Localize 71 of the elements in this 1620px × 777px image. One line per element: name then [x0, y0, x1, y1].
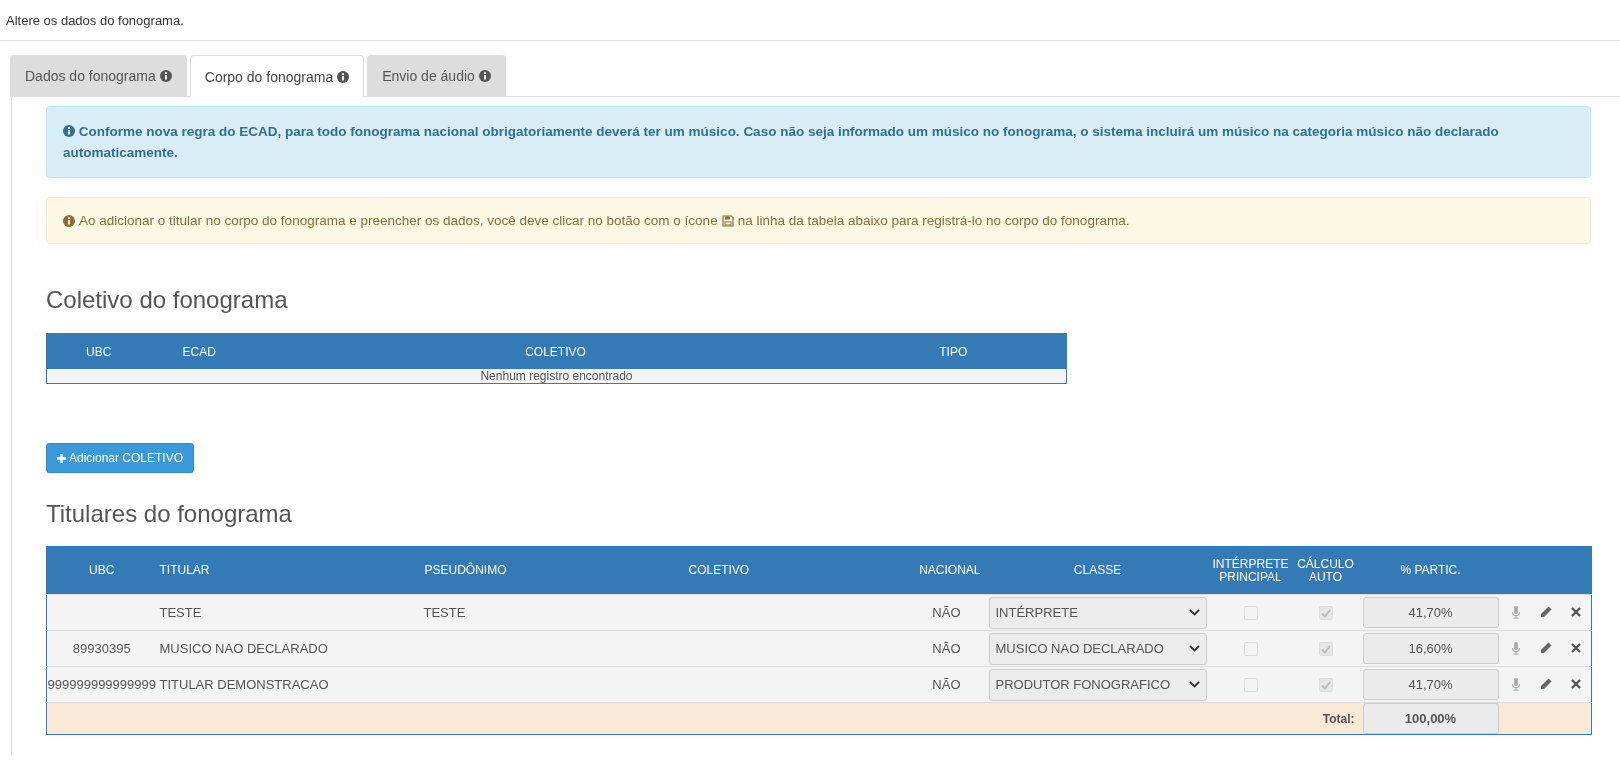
percent-field[interactable]: 16,60% — [1362, 633, 1499, 664]
delete-button[interactable] — [1568, 641, 1583, 655]
chevron-down-icon — [1188, 645, 1200, 652]
tab[interactable]: Envio de áudio — [367, 55, 506, 96]
chevron-down-icon — [1188, 609, 1200, 616]
column-header: UBC — [89, 563, 115, 577]
column-header: INTÉRPRETE PRINCIPAL — [1212, 556, 1289, 584]
total-label: Total: — [1322, 711, 1355, 726]
percent-field[interactable]: 41,70% — [1362, 669, 1499, 700]
column-header: UBC — [86, 344, 112, 359]
table-cell: TESTE — [423, 605, 466, 620]
percent-field[interactable]: 41,70% — [1362, 597, 1499, 628]
pencil-icon — [1539, 606, 1552, 618]
record-button[interactable] — [1509, 675, 1522, 693]
pencil-icon — [1539, 678, 1552, 690]
close-icon — [1570, 643, 1581, 653]
empty-message: Nenhum registro encontrado — [480, 369, 633, 383]
check-icon — [1320, 608, 1331, 618]
class-dropdown[interactable]: INTÉRPRETE — [988, 596, 1207, 629]
info-alert: Conforme nova regra do ECAD, para todo fonograma nacional obrigatoriamente deverá ter um músico. Caso não seja informado um músico no fonograma, o sistema incluirá um músico na categoria músico não declarado automaticamente. — [46, 106, 1591, 178]
info-icon — [159, 70, 172, 82]
class-dropdown[interactable]: PRODUTOR FONOGRAFICO — [988, 668, 1207, 701]
delete-button[interactable] — [1568, 677, 1583, 691]
tab[interactable]: Corpo do fonograma — [189, 55, 365, 97]
check-icon — [1320, 644, 1331, 654]
column-header: PSEUDÔNIMO — [424, 563, 507, 577]
total-value: 100,00% — [1362, 703, 1499, 734]
table-cell: 999999999999999 — [47, 677, 156, 692]
class-dropdown[interactable]: MUSICO NAO DECLARADO — [988, 632, 1207, 665]
column-header: CÁLCULO AUTO — [1297, 556, 1354, 584]
microphone-icon — [1511, 605, 1520, 619]
section-heading: Coletivo do fonograma — [46, 286, 289, 314]
table-cell: NÃO — [932, 641, 961, 656]
close-icon — [1570, 679, 1581, 689]
check-icon — [1320, 680, 1331, 690]
table-cell: 89930395 — [72, 641, 131, 656]
record-button[interactable] — [1509, 639, 1522, 657]
checkbox[interactable] — [1318, 678, 1333, 693]
checkbox[interactable] — [1318, 642, 1333, 657]
column-header: ECAD — [182, 344, 216, 359]
alert-text: Ao adicionar o titular no corpo do fonograma e preencher os dados, você deve clicar no botão com o ícone — [79, 212, 718, 230]
table-cell: MUSICO NAO DECLARADO — [159, 641, 328, 656]
table-cell: NÃO — [932, 605, 961, 620]
info-icon — [63, 125, 75, 137]
table-cell: TESTE — [159, 605, 202, 620]
info-icon — [478, 70, 491, 82]
page-title: Altere os dados do fonograma. — [6, 12, 184, 28]
column-header: % PARTIC. — [1400, 563, 1461, 577]
info-icon — [63, 214, 75, 227]
microphone-icon — [1511, 641, 1520, 655]
column-header: TIPO — [939, 344, 968, 359]
column-header: NACIONAL — [919, 563, 981, 577]
alert-text: na linha da tabela abaixo para registrá-lo no corpo do fonograma. — [737, 212, 1130, 230]
delete-button[interactable] — [1568, 605, 1583, 619]
column-header: CLASSE — [1073, 563, 1122, 577]
table-cell: TITULAR DEMONSTRACAO — [159, 677, 329, 692]
info-icon — [337, 70, 350, 83]
column-header: COLETIVO — [525, 344, 586, 359]
save-icon — [721, 214, 734, 227]
tab[interactable]: Dados do fonograma — [10, 55, 187, 96]
chevron-down-icon — [1188, 681, 1200, 688]
pencil-icon — [1539, 642, 1552, 654]
checkbox[interactable] — [1318, 606, 1333, 621]
section-heading: Titulares do fonograma — [46, 500, 293, 528]
microphone-icon — [1511, 677, 1520, 691]
column-header: COLETIVO — [688, 563, 750, 577]
plus-icon — [57, 453, 66, 463]
column-header: TITULAR — [159, 563, 210, 577]
record-button[interactable] — [1509, 603, 1522, 621]
table-cell: NÃO — [932, 677, 961, 692]
close-icon — [1570, 607, 1581, 617]
